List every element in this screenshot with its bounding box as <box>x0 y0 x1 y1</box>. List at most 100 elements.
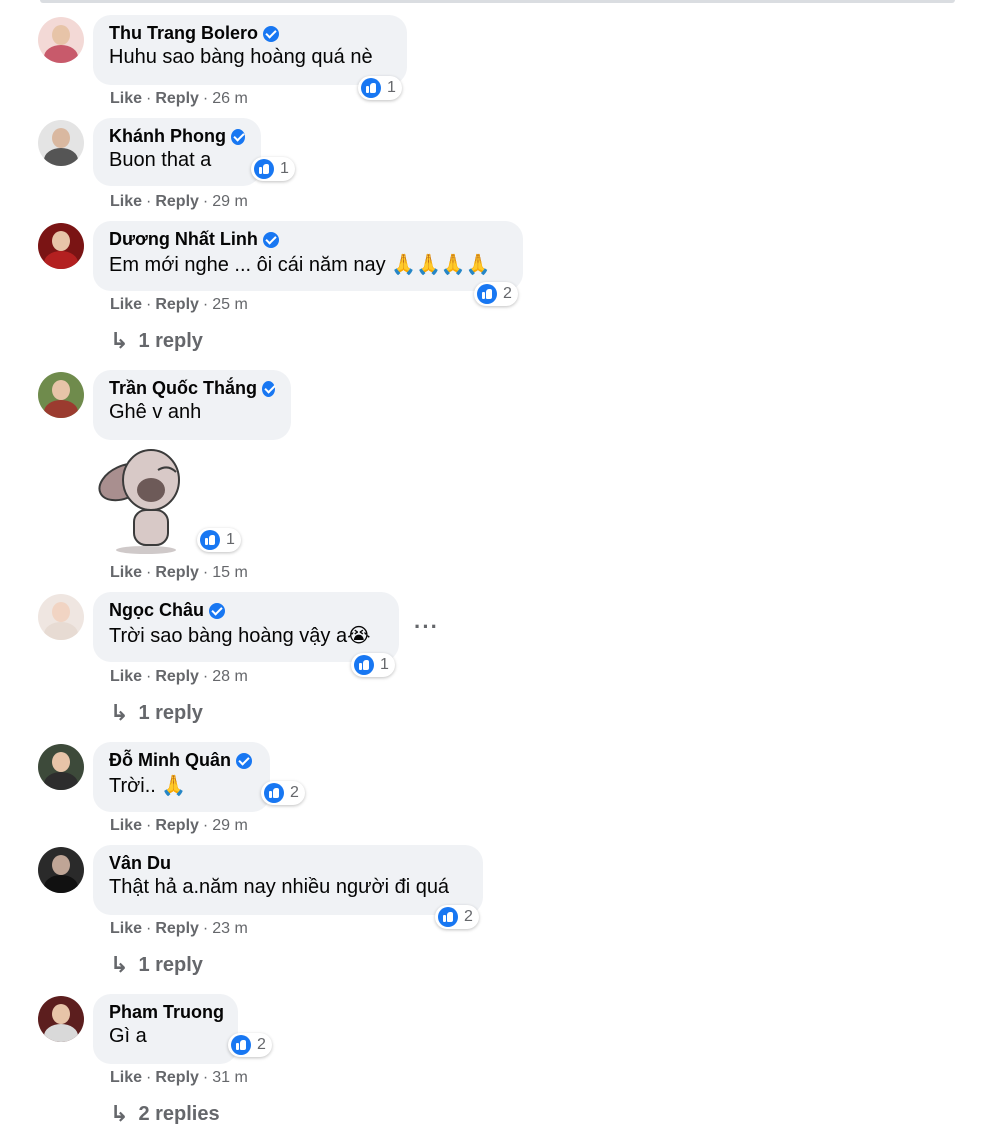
avatar[interactable] <box>38 744 84 790</box>
reply-button[interactable]: Reply <box>155 296 199 313</box>
reaction-count[interactable]: 2 <box>261 781 305 805</box>
author-name[interactable]: Đỗ Minh Quân <box>109 750 231 771</box>
timestamp[interactable]: 23 m <box>212 920 248 937</box>
reaction-count[interactable]: 2 <box>435 905 479 929</box>
like-button[interactable]: Like <box>110 564 142 581</box>
avatar[interactable] <box>38 120 84 166</box>
comment-text: Trời.. 🙏 <box>109 775 187 797</box>
timestamp[interactable]: 25 m <box>212 296 248 313</box>
reply-button[interactable]: Reply <box>155 817 199 834</box>
timestamp[interactable]: 29 m <box>212 817 248 834</box>
reply-button[interactable]: Reply <box>155 1069 199 1086</box>
reply-button[interactable]: Reply <box>155 90 199 107</box>
comment-text: Thật hả a.năm nay nhiều người đi quá <box>109 876 450 898</box>
view-replies-link[interactable]: ↳ 1 reply <box>110 952 203 978</box>
author-name[interactable]: Pham Truong <box>109 1002 224 1023</box>
reaction-count[interactable]: 2 <box>228 1033 272 1057</box>
comment-actions: Like · Reply · 29 m <box>110 193 248 210</box>
comment-bubble: Khánh Phong Buon that a <box>93 118 261 186</box>
more-options-icon[interactable]: ··· <box>414 614 439 640</box>
comment-bubble: Pham Truong Gì a <box>93 994 238 1064</box>
sticker-image[interactable] <box>96 440 196 555</box>
like-thumb-icon <box>231 1035 251 1055</box>
reaction-count[interactable]: 2 <box>474 282 518 306</box>
reply-button[interactable]: Reply <box>155 920 199 937</box>
verified-badge-icon <box>235 752 252 769</box>
like-button[interactable]: Like <box>110 1069 142 1086</box>
view-replies-link[interactable]: ↳ 1 reply <box>110 328 203 354</box>
author-name[interactable]: Ngọc Châu <box>109 600 204 621</box>
like-thumb-icon <box>361 78 381 98</box>
avatar[interactable] <box>38 594 84 640</box>
verified-badge-icon <box>230 128 245 145</box>
comment-text: Gì a <box>109 1025 147 1047</box>
like-button[interactable]: Like <box>110 296 142 313</box>
like-button[interactable]: Like <box>110 920 142 937</box>
reaction-number: 1 <box>280 160 289 177</box>
comment-actions: Like · Reply · 31 m <box>110 1069 248 1086</box>
like-thumb-icon <box>264 783 284 803</box>
reaction-count[interactable]: 1 <box>351 653 395 677</box>
view-replies-link[interactable]: ↳ 2 replies <box>110 1101 220 1127</box>
like-button[interactable]: Like <box>110 668 142 685</box>
reaction-count[interactable]: 1 <box>251 157 295 181</box>
timestamp[interactable]: 28 m <box>212 668 248 685</box>
replies-label: 1 reply <box>138 953 203 976</box>
avatar[interactable] <box>38 847 84 893</box>
reaction-number: 2 <box>464 908 473 925</box>
like-thumb-icon <box>438 907 458 927</box>
reply-button[interactable]: Reply <box>155 193 199 210</box>
reaction-number: 2 <box>503 285 512 302</box>
reply-arrow-icon: ↳ <box>110 1101 129 1126</box>
comment-text: Huhu sao bàng hoàng quá nè <box>109 46 373 68</box>
reaction-count[interactable]: 1 <box>197 528 241 552</box>
replies-label: 1 reply <box>138 329 203 352</box>
view-replies-link[interactable]: ↳ 1 reply <box>110 700 203 726</box>
reaction-number: 1 <box>226 531 235 548</box>
comment-actions: Like · Reply · 15 m <box>110 564 248 581</box>
comment-bubble: Vân Du Thật hả a.năm nay nhiều người đi … <box>93 845 483 915</box>
avatar[interactable] <box>38 996 84 1042</box>
comment-text: Trời sao bàng hoàng vậy a😭 <box>109 625 371 647</box>
reaction-number: 2 <box>290 784 299 801</box>
author-name[interactable]: Khánh Phong <box>109 126 226 147</box>
timestamp[interactable]: 15 m <box>212 564 248 581</box>
reply-button[interactable]: Reply <box>155 668 199 685</box>
verified-badge-icon <box>262 231 279 248</box>
like-button[interactable]: Like <box>110 90 142 107</box>
author-name[interactable]: Dương Nhất Linh <box>109 229 258 250</box>
top-divider <box>40 0 955 3</box>
comment-text: Buon that a <box>109 149 212 171</box>
verified-badge-icon <box>263 25 280 42</box>
author-name[interactable]: Trần Quốc Thắng <box>109 378 257 399</box>
avatar[interactable] <box>38 223 84 269</box>
avatar[interactable] <box>38 372 84 418</box>
replies-label: 1 reply <box>138 701 203 724</box>
author-name[interactable]: Vân Du <box>109 853 171 874</box>
comment-actions: Like · Reply · 29 m <box>110 817 248 834</box>
comment-bubble: Thu Trang Bolero Huhu sao bàng hoàng quá… <box>93 15 407 85</box>
reply-arrow-icon: ↳ <box>110 700 129 725</box>
timestamp[interactable]: 29 m <box>212 193 248 210</box>
reaction-number: 1 <box>387 79 396 96</box>
like-thumb-icon <box>477 284 497 304</box>
reaction-number: 2 <box>257 1036 266 1053</box>
comment-actions: Like · Reply · 26 m <box>110 90 248 107</box>
avatar[interactable] <box>38 17 84 63</box>
comment-text: Em mới nghe ... ôi cái năm nay 🙏🙏🙏🙏 <box>109 254 491 276</box>
like-thumb-icon <box>200 530 220 550</box>
reply-button[interactable]: Reply <box>155 564 199 581</box>
comment-bubble: Ngọc Châu Trời sao bàng hoàng vậy a😭 <box>93 592 399 662</box>
author-name[interactable]: Thu Trang Bolero <box>109 23 258 44</box>
like-button[interactable]: Like <box>110 193 142 210</box>
reaction-number: 1 <box>380 656 389 673</box>
reaction-count[interactable]: 1 <box>358 76 402 100</box>
comment-bubble: Dương Nhất Linh Em mới nghe ... ôi cái n… <box>93 221 523 291</box>
timestamp[interactable]: 26 m <box>212 90 248 107</box>
comment-text: Ghê v anh <box>109 401 202 423</box>
like-thumb-icon <box>254 159 274 179</box>
comment-bubble: Trần Quốc Thắng Ghê v anh <box>93 370 291 440</box>
timestamp[interactable]: 31 m <box>212 1069 248 1086</box>
like-button[interactable]: Like <box>110 817 142 834</box>
replies-label: 2 replies <box>138 1102 220 1125</box>
